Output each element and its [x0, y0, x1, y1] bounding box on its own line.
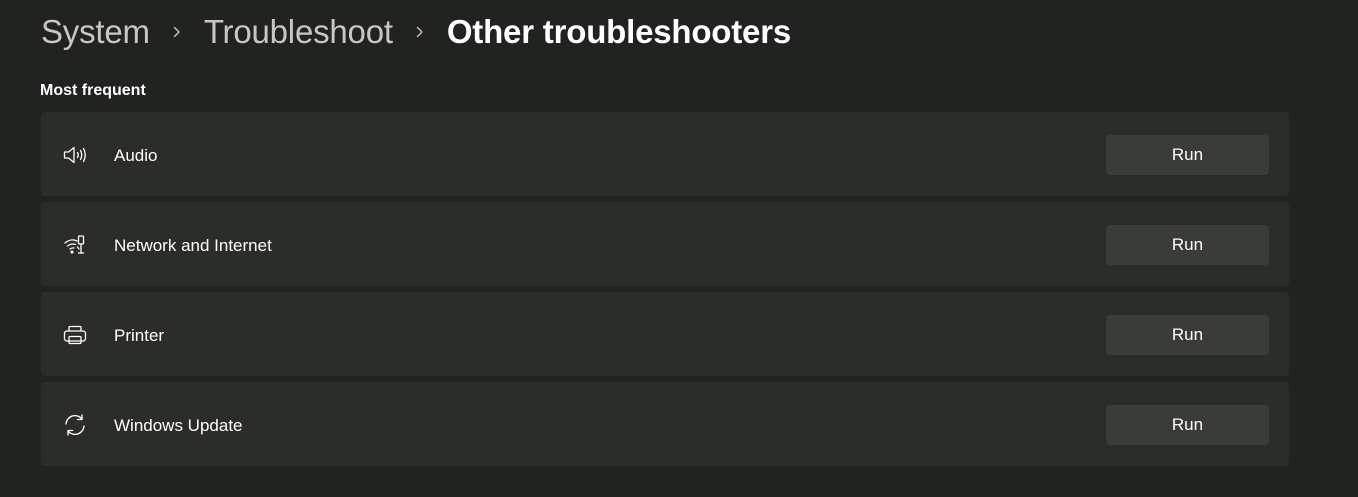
chevron-right-icon [150, 10, 204, 54]
chevron-right-icon [393, 10, 447, 54]
troubleshooter-row-network: Network and Internet Run [41, 202, 1289, 286]
troubleshooter-row-windows-update: Windows Update Run [41, 382, 1289, 466]
settings-page: System Troubleshoot Other troubleshooter… [0, 0, 1358, 497]
sync-icon [62, 412, 88, 438]
breadcrumb: System Troubleshoot Other troubleshooter… [41, 10, 791, 54]
page-title: Other troubleshooters [446, 13, 791, 50]
run-network-button[interactable]: Run [1106, 225, 1269, 265]
breadcrumb-system[interactable]: System [41, 10, 150, 54]
section-title: Most frequent [40, 82, 146, 99]
troubleshooter-list: Audio Run Network and Internet Run Print… [41, 112, 1289, 472]
run-printer-button[interactable]: Run [1106, 315, 1269, 355]
speaker-icon [62, 142, 88, 168]
network-icon [62, 232, 88, 258]
run-audio-button[interactable]: Run [1106, 135, 1269, 175]
troubleshooter-label: Windows Update [114, 416, 243, 435]
troubleshooter-label: Audio [114, 146, 158, 165]
run-windows-update-button[interactable]: Run [1106, 405, 1269, 445]
troubleshooter-label: Network and Internet [114, 236, 272, 255]
troubleshooter-row-audio: Audio Run [41, 112, 1289, 196]
printer-icon [62, 322, 88, 348]
troubleshooter-row-printer: Printer Run [41, 292, 1289, 376]
breadcrumb-troubleshoot[interactable]: Troubleshoot [204, 10, 393, 54]
troubleshooter-label: Printer [114, 326, 165, 345]
